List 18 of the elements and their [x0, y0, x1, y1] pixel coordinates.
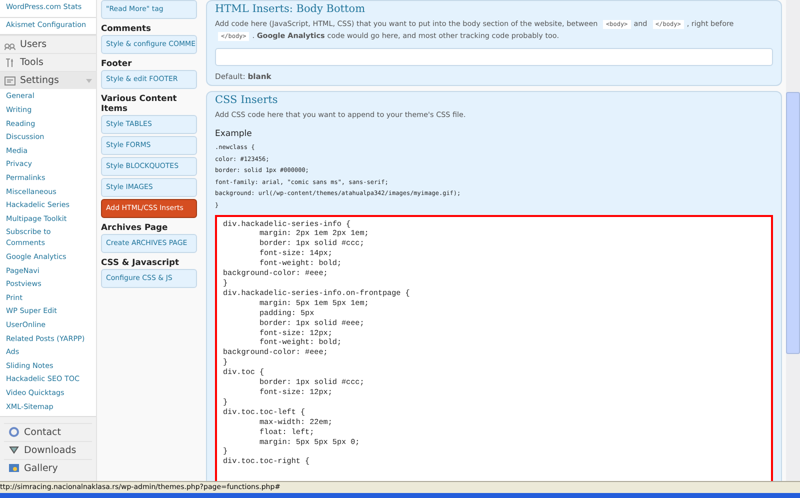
collapse-arrow-icon[interactable]	[86, 78, 92, 83]
menu-section[interactable]: Settings	[0, 71, 96, 90]
scrollbar[interactable]	[786, 0, 800, 481]
example-heading: Example	[215, 129, 253, 139]
code-field[interactable]	[215, 48, 773, 66]
menu-icon	[8, 426, 20, 438]
group-heading: Archives Page	[101, 222, 169, 232]
group-heading: Various Content Items	[101, 93, 178, 113]
group-heading: CSS & Javascript	[101, 257, 180, 267]
panel-title: HTML Inserts: Body Bottom	[215, 3, 366, 15]
group-heading: Footer	[101, 58, 133, 68]
menu-icon	[4, 74, 16, 87]
menu-icon	[4, 56, 16, 69]
panel-title: CSS Inserts	[215, 94, 279, 106]
menu-icon	[8, 462, 20, 474]
group-heading: Comments	[101, 23, 152, 33]
menu-icon	[8, 444, 20, 456]
scroll-thumb[interactable]	[786, 92, 800, 354]
